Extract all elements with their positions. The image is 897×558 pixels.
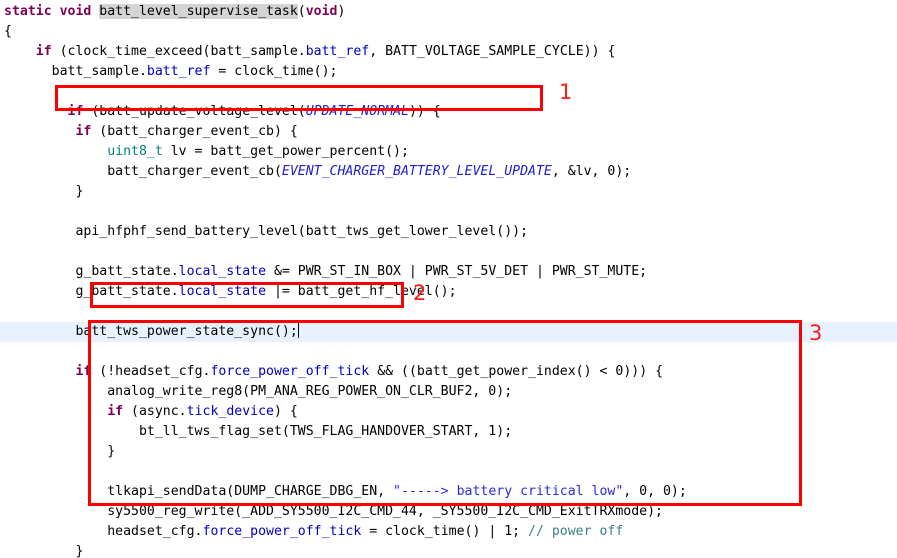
code-token-plain: |= batt_get_hf_level();: [266, 284, 457, 299]
code-token-plain: {: [4, 24, 12, 39]
code-line[interactable]: [0, 242, 897, 262]
code-token-plain: api_hfphf_send_battery_level(batt_tws_ge…: [4, 224, 529, 239]
code-line[interactable]: [0, 82, 897, 102]
code-line[interactable]: [0, 462, 897, 482]
code-token-cmt: // power off: [528, 524, 624, 539]
code-token-kw: static void: [4, 4, 100, 19]
code-token-mem: local_state: [178, 264, 267, 279]
code-screenshot: static void batt_level_supervise_task(vo…: [0, 0, 897, 558]
code-token-plain: (batt_charger_event_cb) {: [91, 124, 298, 139]
code-line[interactable]: analog_write_reg8(PM_ANA_REG_POWER_ON_CL…: [0, 382, 897, 402]
code-token-plain: (: [297, 4, 306, 19]
code-token-plain: (clock_time_exceed(batt_sample.: [51, 44, 306, 59]
code-token-plain: (async.: [123, 404, 187, 419]
annotation-number-3: 3: [809, 321, 823, 345]
code-token-mem: batt_ref: [146, 64, 211, 79]
code-token-plain: = clock_time() | 1;: [361, 524, 529, 539]
code-token-kw: if: [75, 364, 92, 379]
text-caret: [297, 323, 299, 338]
code-text-area[interactable]: static void batt_level_supervise_task(vo…: [0, 0, 897, 558]
code-token-plain: &= PWR_ST_IN_BOX | PWR_ST_5V_DET | PWR_S…: [266, 264, 648, 279]
annotation-number-2: 2: [413, 281, 427, 305]
code-line[interactable]: if (clock_time_exceed(batt_sample.batt_r…: [0, 42, 897, 62]
code-line[interactable]: [0, 202, 897, 222]
code-line[interactable]: g_batt_state.local_state &= PWR_ST_IN_BO…: [0, 262, 897, 282]
code-token-plain: (!headset_cfg.: [91, 364, 211, 379]
code-token-plain: batt_tws_power_state_sync();: [4, 324, 298, 339]
code-token-plain: , 0, 0);: [623, 484, 687, 499]
code-token-typ: uint8_t: [107, 144, 163, 159]
code-token-plain: lv = batt_get_power_percent();: [162, 144, 409, 159]
code-token-plain: g_batt_state.: [4, 264, 179, 279]
code-line[interactable]: if (batt_charger_event_cb) {: [0, 122, 897, 142]
code-token-mem: local_state: [178, 284, 267, 299]
code-token-plain: = clock_time();: [210, 64, 338, 79]
code-line[interactable]: headset_cfg.force_power_off_tick = clock…: [0, 522, 897, 542]
code-token-plain: ): [337, 4, 346, 19]
code-token-occ: batt_level_supervise_task: [99, 4, 298, 19]
code-line[interactable]: batt_charger_event_cb(EVENT_CHARGER_BATT…: [0, 162, 897, 182]
code-line[interactable]: [0, 302, 897, 322]
code-token-plain: bt_ll_tws_flag_set(TWS_FLAG_HANDOVER_STA…: [4, 424, 513, 439]
code-token-plain: batt_sample.: [4, 64, 147, 79]
code-line[interactable]: }: [0, 182, 897, 202]
code-token-plain: ) {: [273, 404, 298, 419]
code-token-mem: force_power_off_tick: [202, 524, 362, 539]
code-line[interactable]: }: [0, 542, 897, 558]
code-token-plain: tlkapi_sendData(DUMP_CHARGE_DBG_EN,: [4, 484, 394, 499]
code-line[interactable]: bt_ll_tws_flag_set(TWS_FLAG_HANDOVER_STA…: [0, 422, 897, 442]
code-line[interactable]: sy5500_reg_write(_ADD_SY5500_I2C_CMD_44,…: [0, 502, 897, 522]
code-token-mem: batt_ref: [305, 44, 370, 59]
code-token-plain: && ((batt_get_power_index() < 0))) {: [369, 364, 664, 379]
code-token-macro: EVENT_CHARGER_BATTERY_LEVEL_UPDATE: [281, 164, 552, 179]
code-token-plain: headset_cfg.: [4, 524, 203, 539]
code-line[interactable]: api_hfphf_send_battery_level(batt_tws_ge…: [0, 222, 897, 242]
code-token-kw: if: [35, 44, 52, 59]
code-token-macro: UPDATE_NORMAL: [305, 104, 409, 119]
code-token-mem: tick_device: [186, 404, 274, 419]
code-line[interactable]: uint8_t lv = batt_get_power_percent();: [0, 142, 897, 162]
code-token-plain: }: [4, 444, 116, 459]
code-line[interactable]: if (!headset_cfg.force_power_off_tick &&…: [0, 362, 897, 382]
code-token-plain: sy5500_reg_write(_ADD_SY5500_I2C_CMD_44,…: [4, 504, 663, 519]
annotation-number-1: 1: [559, 80, 573, 104]
code-token-plain: }: [4, 184, 84, 199]
code-token-plain: , &lv, 0);: [551, 164, 632, 179]
code-token-plain: analog_write_reg8(PM_ANA_REG_POWER_ON_CL…: [4, 384, 513, 399]
code-line[interactable]: [0, 342, 897, 362]
code-token-str: "-----> battery critical low": [393, 484, 624, 499]
code-token-kw: if: [67, 104, 84, 119]
code-line[interactable]: if (batt_update_voltage_level(UPDATE_NOR…: [0, 102, 897, 122]
code-line[interactable]: batt_sample.batt_ref = clock_time();: [0, 62, 897, 82]
code-line[interactable]: if (async.tick_device) {: [0, 402, 897, 422]
code-line[interactable]: batt_tws_power_state_sync();: [0, 322, 897, 342]
code-token-mem: force_power_off_tick: [210, 364, 370, 379]
code-line[interactable]: static void batt_level_supervise_task(vo…: [0, 2, 897, 22]
code-line[interactable]: tlkapi_sendData(DUMP_CHARGE_DBG_EN, "---…: [0, 482, 897, 502]
code-line[interactable]: {: [0, 22, 897, 42]
code-token-plain: batt_charger_event_cb(: [4, 164, 282, 179]
code-token-kw: void: [305, 4, 338, 19]
code-token-plain: g_batt_state.: [4, 284, 179, 299]
code-token-kw: if: [107, 404, 124, 419]
code-token-plain: , BATT_VOLTAGE_SAMPLE_CYCLE)) {: [369, 44, 616, 59]
code-line[interactable]: }: [0, 442, 897, 462]
code-token-plain: }: [4, 544, 84, 558]
code-token-plain: )) {: [408, 104, 441, 119]
code-token-kw: if: [75, 124, 92, 139]
code-line[interactable]: g_batt_state.local_state |= batt_get_hf_…: [0, 282, 897, 302]
code-token-plain: (batt_update_voltage_level(: [83, 104, 306, 119]
